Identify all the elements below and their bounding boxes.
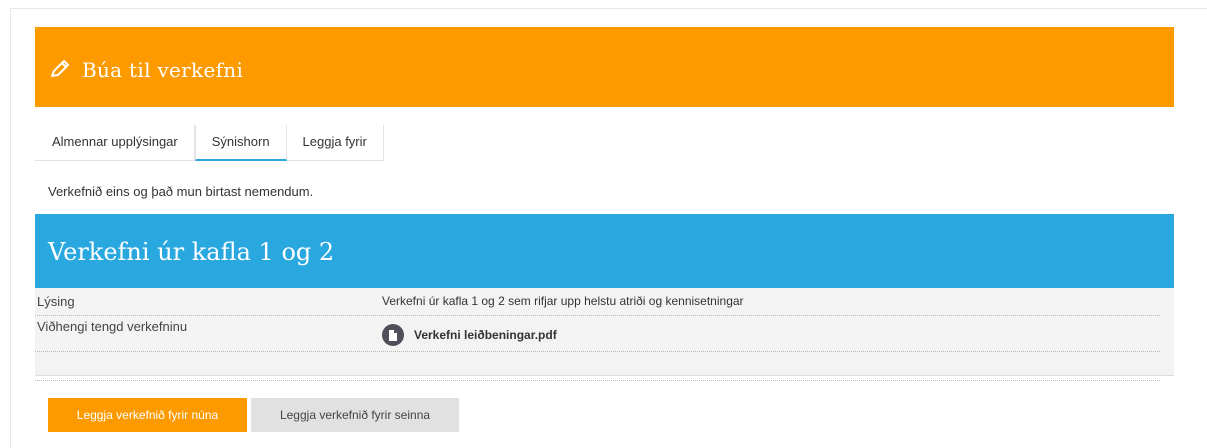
attachment-name: Verkefni leiðbeningar.pdf [414,328,557,342]
tab-assign[interactable]: Leggja fyrir [286,125,384,161]
page-header: Búa til verkefni [35,27,1174,107]
assign-now-button[interactable]: Leggja verkefnið fyrir núna [48,398,247,432]
preview-intro-text: Verkefnið eins og það mun birtast nemend… [48,184,314,199]
description-label: Lýsing [37,294,75,309]
divider [35,380,1160,381]
tab-preview[interactable]: Sýnishorn [194,125,287,161]
task-title: Verkefni úr kafla 1 og 2 [48,238,335,266]
attachments-label: Viðhengi tengd verkefninu [37,319,188,334]
task-details: Lýsing Verkefni úr kafla 1 og 2 sem rifj… [35,288,1174,381]
assign-later-button[interactable]: Leggja verkefnið fyrir seinna [251,398,459,432]
tab-bar: Almennar upplýsingar Sýnishorn Leggja fy… [35,125,384,161]
page-title: Búa til verkefni [82,58,244,82]
task-header: Verkefni úr kafla 1 og 2 [35,214,1174,288]
file-icon [382,324,404,346]
tab-general-info[interactable]: Almennar upplýsingar [35,125,195,161]
attachment-link[interactable]: Verkefni leiðbeningar.pdf [382,324,557,346]
description-value: Verkefni úr kafla 1 og 2 sem rifjar upp … [382,294,744,308]
pencil-icon [51,60,69,77]
attachments-row: Viðhengi tengd verkefninu Verkefni leiðb… [35,316,1160,352]
description-row: Lýsing Verkefni úr kafla 1 og 2 sem rifj… [35,288,1160,316]
